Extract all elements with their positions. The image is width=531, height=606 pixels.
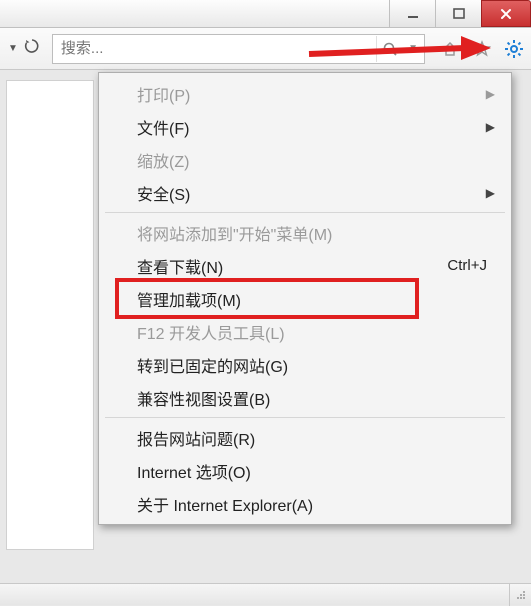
close-button[interactable] bbox=[481, 0, 531, 27]
submenu-arrow-icon: ▶ bbox=[486, 87, 495, 101]
menu-item-safety[interactable]: 安全(S) ▶ bbox=[101, 176, 509, 209]
tools-menu: 打印(P) ▶ 文件(F) ▶ 缩放(Z) 安全(S) ▶ 将网站添加到"开始"… bbox=[98, 72, 512, 525]
menu-label: 查看下载(N) bbox=[137, 254, 223, 278]
home-icon bbox=[441, 40, 459, 58]
search-go-button[interactable] bbox=[376, 36, 402, 62]
menu-item-internet-options[interactable]: Internet 选项(O) bbox=[101, 454, 509, 487]
maximize-button[interactable] bbox=[435, 0, 481, 27]
menu-label: 安全(S) bbox=[137, 181, 190, 205]
menu-item-add-to-start[interactable]: 将网站添加到"开始"菜单(M) bbox=[101, 216, 509, 249]
menu-item-zoom[interactable]: 缩放(Z) bbox=[101, 143, 509, 176]
search-box[interactable]: ▼ bbox=[52, 34, 425, 64]
menu-label: Internet 选项(O) bbox=[137, 459, 251, 483]
menu-item-file[interactable]: 文件(F) ▶ bbox=[101, 110, 509, 143]
search-input[interactable] bbox=[53, 40, 376, 57]
menu-item-pinned-sites[interactable]: 转到已固定的网站(G) bbox=[101, 348, 509, 381]
toolbar: ▼ ▼ bbox=[0, 28, 531, 70]
maximize-icon bbox=[453, 8, 465, 20]
menu-label: 报告网站问题(R) bbox=[137, 426, 255, 450]
search-icon bbox=[382, 41, 398, 57]
star-icon bbox=[473, 40, 491, 58]
resize-grip-icon bbox=[516, 590, 526, 600]
home-button[interactable] bbox=[439, 38, 461, 60]
menu-item-view-downloads[interactable]: 查看下载(N) Ctrl+J bbox=[101, 249, 509, 282]
menu-shortcut: Ctrl+J bbox=[447, 257, 487, 274]
menu-label: 转到已固定的网站(G) bbox=[137, 353, 288, 377]
menu-item-manage-addons[interactable]: 管理加载项(M) bbox=[101, 282, 509, 315]
minimize-button[interactable] bbox=[389, 0, 435, 27]
status-bar bbox=[0, 583, 531, 605]
menu-label: 缩放(Z) bbox=[137, 148, 189, 172]
dropdown-button[interactable]: ▼ bbox=[0, 28, 48, 69]
submenu-arrow-icon: ▶ bbox=[486, 186, 495, 200]
gear-icon bbox=[504, 39, 524, 59]
close-icon bbox=[499, 7, 513, 21]
scroll-corner bbox=[509, 584, 531, 606]
tools-button[interactable] bbox=[503, 38, 525, 60]
menu-label: 管理加载项(M) bbox=[137, 287, 241, 311]
favorites-button[interactable] bbox=[471, 38, 493, 60]
menu-label: 关于 Internet Explorer(A) bbox=[137, 492, 313, 516]
menu-item-about[interactable]: 关于 Internet Explorer(A) bbox=[101, 487, 509, 520]
search-dropdown-icon[interactable]: ▼ bbox=[402, 43, 424, 54]
submenu-arrow-icon: ▶ bbox=[486, 120, 495, 134]
titlebar bbox=[0, 0, 531, 28]
menu-separator bbox=[105, 212, 505, 213]
menu-label: F12 开发人员工具(L) bbox=[137, 320, 285, 344]
refresh-icon[interactable] bbox=[24, 38, 40, 59]
menu-item-compat-view[interactable]: 兼容性视图设置(B) bbox=[101, 381, 509, 414]
toolbar-right bbox=[429, 38, 525, 60]
minimize-icon bbox=[407, 8, 419, 20]
menu-item-report[interactable]: 报告网站问题(R) bbox=[101, 421, 509, 454]
content-panel bbox=[6, 80, 94, 550]
menu-label: 打印(P) bbox=[137, 82, 190, 106]
menu-label: 文件(F) bbox=[137, 115, 189, 139]
menu-item-f12-tools[interactable]: F12 开发人员工具(L) bbox=[101, 315, 509, 348]
menu-item-print[interactable]: 打印(P) ▶ bbox=[101, 77, 509, 110]
chevron-down-icon: ▼ bbox=[8, 43, 18, 54]
menu-separator bbox=[105, 417, 505, 418]
menu-label: 将网站添加到"开始"菜单(M) bbox=[137, 221, 332, 245]
menu-label: 兼容性视图设置(B) bbox=[137, 386, 270, 410]
